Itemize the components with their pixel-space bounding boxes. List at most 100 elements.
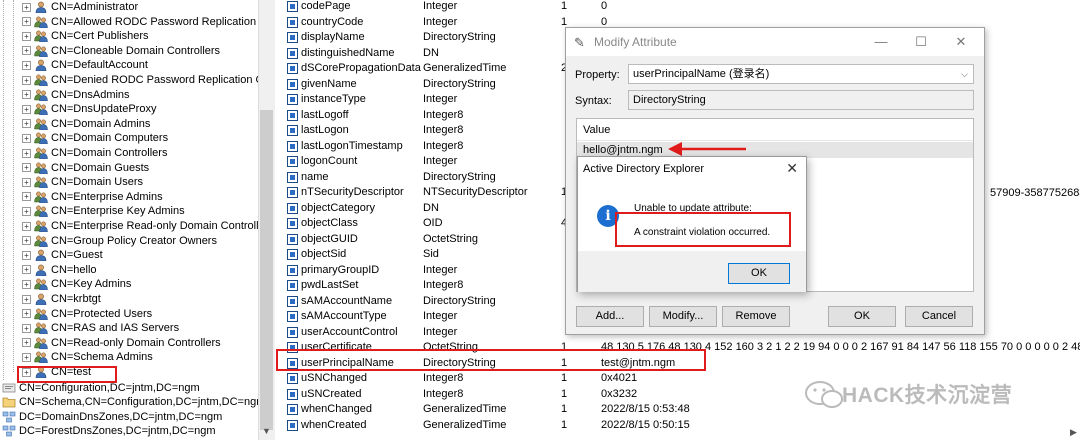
attribute-name: whenCreated	[301, 418, 367, 431]
attribute-name: objectCategory	[301, 201, 375, 214]
remove-button[interactable]: Remove	[722, 306, 790, 327]
attribute-name: sAMAccountType	[301, 310, 387, 322]
tree-item-label: DC=ForestDnsZones,DC=jntm,DC=ngm	[19, 425, 216, 438]
group-icon	[34, 162, 48, 174]
attribute-icon	[287, 419, 298, 431]
tree-item[interactable]: + CN=Domain Controllers	[22, 146, 167, 161]
close-icon[interactable]: ✕	[946, 31, 976, 53]
minimize-icon[interactable]: —	[866, 31, 896, 53]
tree-root-item[interactable]: CN=Schema,CN=Configuration,DC=jntm,DC=ng…	[2, 395, 265, 410]
tree-root-item[interactable]: DC=ForestDnsZones,DC=jntm,DC=ngm	[2, 424, 216, 439]
tree-item[interactable]: + CN=Schema Admins	[22, 350, 153, 365]
expand-icon[interactable]: +	[22, 236, 31, 246]
tree-item[interactable]: + CN=Key Admins	[22, 277, 131, 292]
attribute-icon	[287, 94, 298, 105]
tree-item[interactable]: + CN=krbtgt	[22, 292, 101, 307]
scroll-right-icon[interactable]: ▶	[1067, 425, 1080, 440]
property-select[interactable]: userPrincipalName (登录名) ⌵	[628, 64, 974, 84]
tree-item[interactable]: + CN=Protected Users	[22, 307, 152, 322]
tree-item[interactable]: + CN=Group Policy Creator Owners	[22, 234, 217, 249]
tree-item[interactable]: + CN=DnsUpdateProxy	[22, 102, 156, 117]
expand-icon[interactable]: +	[22, 192, 31, 202]
expand-icon[interactable]: +	[22, 133, 31, 143]
tree-item[interactable]: + CN=RAS and IAS Servers	[22, 321, 179, 336]
tree-item-label: CN=Key Admins	[51, 278, 132, 291]
expand-icon[interactable]: +	[22, 352, 31, 362]
tree-item[interactable]: + CN=Enterprise Key Admins	[22, 204, 185, 219]
tree-item[interactable]: + CN=Denied RODC Password Replication Gro…	[22, 73, 275, 88]
attribute-row[interactable]: whenCreated GeneralizedTime 1 2022/8/15 0:5…	[283, 418, 1080, 434]
expand-icon[interactable]: +	[22, 265, 31, 275]
tree-item[interactable]: + CN=Guest	[22, 248, 103, 263]
value-column-header[interactable]: Value	[577, 119, 973, 141]
watermark-text: HACK技术沉淀营	[842, 384, 1013, 407]
tree-item-label: CN=Cloneable Domain Controllers	[51, 44, 221, 57]
tree-item[interactable]: + CN=Domain Users	[22, 175, 143, 190]
tree-item-label: CN=hello	[51, 263, 97, 276]
expand-icon[interactable]: +	[22, 2, 31, 12]
expand-icon[interactable]: +	[22, 206, 31, 216]
tree-root-item[interactable]: DC=DomainDnsZones,DC=jntm,DC=ngm	[2, 410, 222, 425]
attribute-count: 1	[561, 403, 568, 415]
expand-icon[interactable]: +	[22, 31, 31, 41]
expand-icon[interactable]: +	[22, 46, 31, 56]
attribute-name: logonCount	[301, 155, 358, 167]
tree-item[interactable]: + CN=Enterprise Admins	[22, 190, 163, 205]
expand-icon[interactable]: +	[22, 221, 31, 231]
expand-icon[interactable]: +	[22, 119, 31, 129]
tree-item[interactable]: + CN=Domain Admins	[22, 117, 150, 132]
error-ok-button[interactable]: OK	[728, 263, 790, 284]
tree-scrollbar-thumb[interactable]	[260, 110, 273, 430]
expand-icon[interactable]: +	[22, 17, 31, 27]
expand-icon[interactable]: +	[22, 279, 31, 289]
attribute-icon	[287, 125, 298, 136]
attribute-icon	[287, 109, 298, 121]
expand-icon[interactable]: +	[22, 177, 31, 187]
modify-button[interactable]: Modify...	[649, 306, 717, 327]
expand-icon[interactable]: +	[22, 309, 31, 319]
attribute-name: distinguishedName	[301, 46, 395, 59]
attribute-syntax: Integer	[423, 155, 458, 167]
tree-item[interactable]: + CN=Cert Publishers	[22, 29, 149, 44]
property-value: userPrincipalName (登录名)	[633, 68, 770, 80]
expand-icon[interactable]: +	[22, 338, 31, 348]
expand-icon[interactable]: +	[22, 104, 31, 114]
close-icon[interactable]: ✕	[786, 160, 798, 177]
tree-item-label: CN=DnsUpdateProxy	[51, 103, 157, 116]
add-button[interactable]: Add...	[576, 306, 644, 327]
attribute-name: objectSid	[301, 248, 347, 260]
cancel-button[interactable]: Cancel	[905, 306, 973, 327]
tree-item[interactable]: + CN=DnsAdmins	[22, 88, 130, 103]
tree-item[interactable]: + CN=Allowed RODC Password Replication Gr…	[22, 15, 275, 30]
expand-icon[interactable]: +	[22, 323, 31, 333]
attribute-icon	[287, 326, 298, 338]
group-icon	[34, 103, 48, 116]
tree-item[interactable]: + CN=Cloneable Domain Controllers	[22, 44, 220, 59]
expand-icon[interactable]: +	[22, 294, 31, 304]
tree-item[interactable]: + CN=hello	[22, 263, 97, 278]
expand-icon[interactable]: +	[22, 163, 31, 173]
tree-item[interactable]: + CN=Domain Computers	[22, 131, 168, 146]
tree-item[interactable]: + CN=DefaultAccount	[22, 58, 148, 73]
maximize-icon[interactable]: ☐	[906, 31, 936, 53]
scroll-down-icon[interactable]: ▼	[258, 426, 275, 440]
tree-item[interactable]: + CN=Read-only Domain Controllers	[22, 336, 221, 351]
attribute-count: 1	[561, 0, 568, 12]
attribute-name: userAccountControl	[301, 325, 398, 338]
tree-item[interactable]: + CN=Administrator	[22, 0, 138, 15]
expand-icon[interactable]: +	[22, 148, 31, 158]
attribute-name: countryCode	[301, 15, 364, 28]
expand-icon[interactable]: +	[22, 75, 31, 85]
attribute-icon	[287, 202, 298, 214]
expand-icon[interactable]: +	[22, 60, 31, 70]
tree-item[interactable]: + CN=Domain Guests	[22, 161, 149, 176]
attribute-row[interactable]: codePage Integer 1 0	[283, 0, 1080, 15]
tree-item-label: CN=Enterprise Admins	[51, 190, 163, 203]
tree-item[interactable]: + CN=Enterprise Read-only Domain Controll…	[22, 219, 274, 234]
attribute-syntax: Integer8	[423, 108, 464, 121]
attribute-name: lastLogoff	[301, 108, 349, 121]
expand-icon[interactable]: +	[22, 90, 31, 100]
ok-button[interactable]: OK	[828, 306, 896, 327]
chevron-down-icon: ⌵	[961, 69, 968, 79]
expand-icon[interactable]: +	[22, 250, 31, 260]
